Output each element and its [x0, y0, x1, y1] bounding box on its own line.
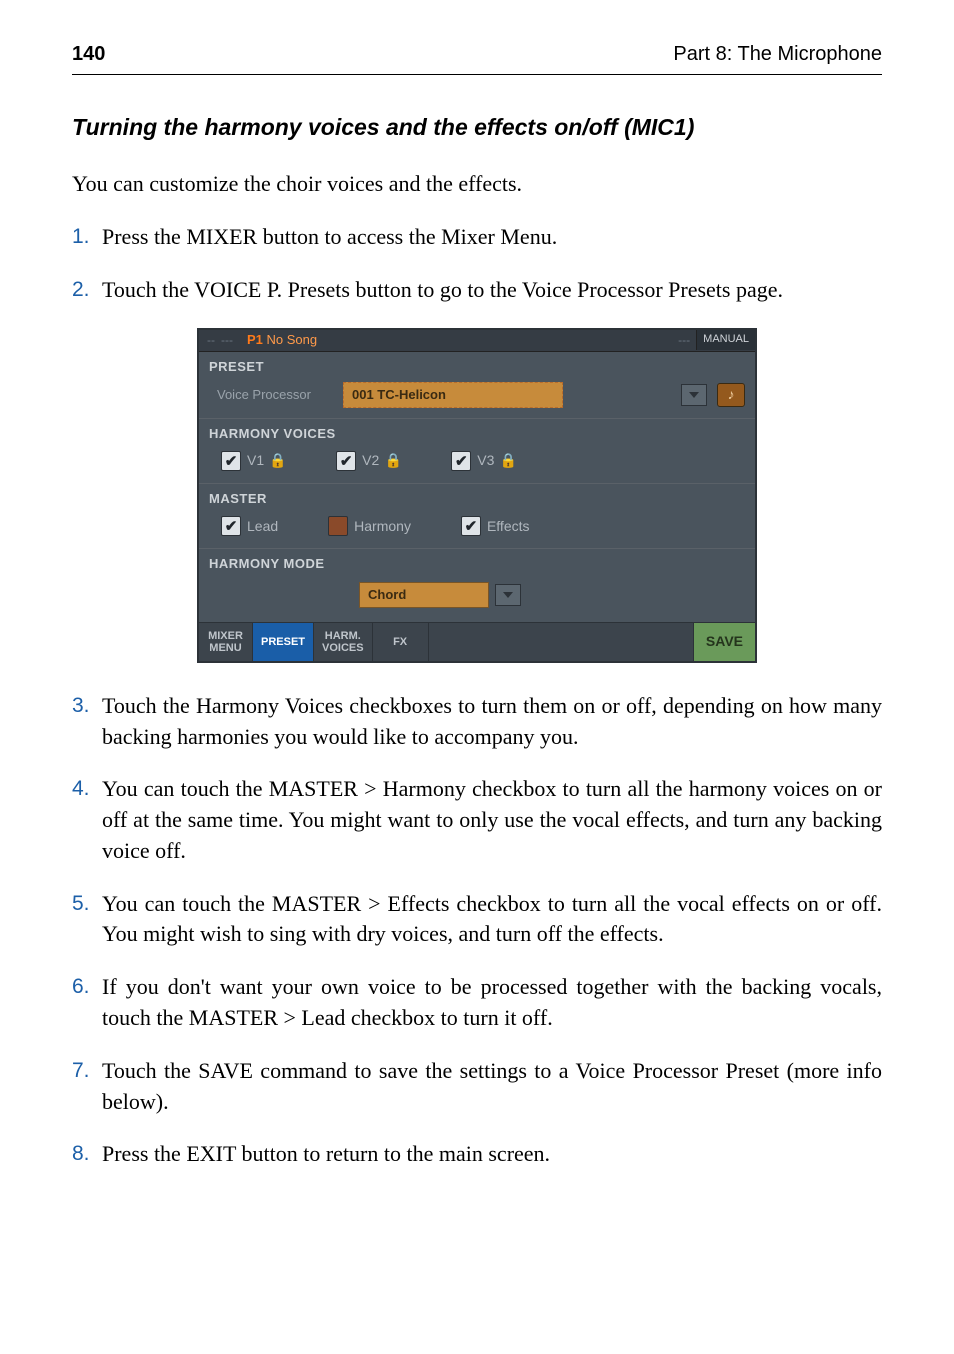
harmony-mode-row: Chord	[199, 576, 755, 622]
harmony-mode-dropdown-button[interactable]	[495, 584, 521, 606]
step-text: Press the EXIT button to return to the m…	[102, 1139, 882, 1170]
v1-label: V1	[247, 451, 264, 471]
harmony-voices-title: HARMONY VOICES	[199, 419, 755, 445]
tab-preset[interactable]: PRESET	[253, 623, 314, 661]
titlebar-dashes: --	[207, 332, 215, 349]
step-1: 1. Press the MIXER button to access the …	[72, 222, 882, 253]
intro-paragraph: You can customize the choir voices and t…	[72, 169, 882, 200]
voice-v2: ✔ V2 🔒	[336, 451, 401, 471]
v1-checkbox[interactable]: ✔	[221, 451, 241, 471]
panel-titlebar: -- --- P1 No Song --- MANUAL	[199, 330, 755, 352]
save-label: SAVE	[706, 632, 743, 652]
step-number: 5.	[72, 889, 102, 951]
lock-icon: 🔒	[385, 453, 401, 469]
v3-label: V3	[477, 451, 494, 471]
music-note-icon: ♪	[728, 385, 735, 405]
step-text: Touch the Harmony Voices checkboxes to t…	[102, 691, 882, 753]
v2-label: V2	[362, 451, 379, 471]
step-number: 4.	[72, 774, 102, 866]
v2-checkbox[interactable]: ✔	[336, 451, 356, 471]
chevron-down-icon	[503, 592, 513, 598]
master-row: ✔ Lead Harmony ✔ Effects	[199, 510, 755, 548]
page-number: 140	[72, 40, 105, 68]
step-6: 6. If you don't want your own voice to b…	[72, 972, 882, 1034]
voice-processor-panel: -- --- P1 No Song --- MANUAL PRESET Voic…	[197, 328, 757, 663]
step-2: 2. Touch the VOICE P. Presets button to …	[72, 275, 882, 306]
master-effects: ✔ Effects	[461, 516, 530, 536]
step-text: You can touch the MASTER > Harmony check…	[102, 774, 882, 866]
tab-fx[interactable]: FX	[373, 623, 429, 661]
master-section-title: MASTER	[199, 484, 755, 510]
manual-badge: MANUAL	[696, 330, 755, 349]
lead-label: Lead	[247, 517, 278, 537]
harmony-checkbox[interactable]	[328, 516, 348, 536]
step-text: Touch the VOICE P. Presets button to go …	[102, 275, 882, 306]
check-icon: ✔	[455, 451, 468, 472]
master-harmony: Harmony	[328, 516, 411, 536]
titlebar-dashes: ---	[221, 332, 233, 349]
master-lead: ✔ Lead	[221, 516, 278, 536]
preset-note-button[interactable]: ♪	[717, 383, 745, 407]
step-number: 3.	[72, 691, 102, 753]
preset-name-field[interactable]: 001 TC-Helicon	[343, 382, 563, 408]
effects-checkbox[interactable]: ✔	[461, 516, 481, 536]
chevron-down-icon	[689, 392, 699, 398]
tab-label-l1: MIXER	[208, 630, 243, 642]
step-8: 8. Press the EXIT button to return to th…	[72, 1139, 882, 1170]
tab-label-l2: VOICES	[322, 642, 364, 654]
lock-icon: 🔒	[500, 453, 516, 469]
voice-v1: ✔ V1 🔒	[221, 451, 286, 471]
page-header: 140 Part 8: The Microphone	[72, 40, 882, 75]
step-text: Touch the SAVE command to save the setti…	[102, 1056, 882, 1118]
preset-row: Voice Processor 001 TC-Helicon ♪	[199, 378, 755, 418]
step-text: You can touch the MASTER > Effects check…	[102, 889, 882, 951]
tab-label-l2: MENU	[209, 642, 241, 654]
step-text: Press the MIXER button to access the Mix…	[102, 222, 882, 253]
section-heading: Turning the harmony voices and the effec…	[72, 111, 882, 143]
harmony-mode-field[interactable]: Chord	[359, 582, 489, 608]
part-title: Part 8: The Microphone	[673, 40, 882, 68]
voice-v3: ✔ V3 🔒	[451, 451, 516, 471]
step-number: 7.	[72, 1056, 102, 1118]
check-icon: ✔	[340, 451, 353, 472]
step-4: 4. You can touch the MASTER > Harmony ch…	[72, 774, 882, 866]
step-number: 8.	[72, 1139, 102, 1170]
tab-label: FX	[393, 636, 407, 648]
step-3: 3. Touch the Harmony Voices checkboxes t…	[72, 691, 882, 753]
step-5: 5. You can touch the MASTER > Effects ch…	[72, 889, 882, 951]
lead-checkbox[interactable]: ✔	[221, 516, 241, 536]
step-number: 1.	[72, 222, 102, 253]
tab-label: PRESET	[261, 636, 305, 648]
bottom-tabs: MIXER MENU PRESET HARM. VOICES FX SAVE	[199, 622, 755, 661]
tab-harm-voices[interactable]: HARM. VOICES	[314, 623, 373, 661]
step-7: 7. Touch the SAVE command to save the se…	[72, 1056, 882, 1118]
preset-dropdown-button[interactable]	[681, 384, 707, 406]
voice-processor-label: Voice Processor	[217, 386, 327, 404]
titlebar-dashes: ---	[672, 332, 696, 349]
v3-checkbox[interactable]: ✔	[451, 451, 471, 471]
effects-label: Effects	[487, 517, 530, 537]
check-icon: ✔	[225, 516, 238, 537]
check-icon: ✔	[465, 516, 478, 537]
check-icon: ✔	[225, 451, 238, 472]
embedded-screenshot: -- --- P1 No Song --- MANUAL PRESET Voic…	[72, 328, 882, 663]
lock-icon: 🔒	[270, 453, 286, 469]
titlebar-song: No Song	[267, 332, 318, 347]
save-button[interactable]: SAVE	[693, 623, 755, 661]
tab-label-l1: HARM.	[325, 630, 361, 642]
preset-section-title: PRESET	[199, 352, 755, 378]
tab-mixer-menu[interactable]: MIXER MENU	[199, 623, 253, 661]
step-text: If you don't want your own voice to be p…	[102, 972, 882, 1034]
step-number: 2.	[72, 275, 102, 306]
harmony-voices-row: ✔ V1 🔒 ✔ V2 🔒 ✔ V3 🔒	[199, 445, 755, 483]
step-number: 6.	[72, 972, 102, 1034]
harmony-label: Harmony	[354, 517, 411, 537]
titlebar-left: -- ---	[199, 332, 241, 349]
harmony-mode-title: HARMONY MODE	[199, 549, 755, 575]
titlebar-p1: P1	[247, 332, 263, 347]
titlebar-play: P1 No Song	[247, 331, 317, 349]
